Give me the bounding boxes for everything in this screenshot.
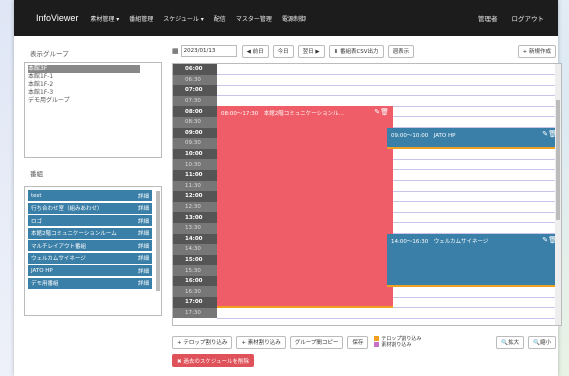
- time-slot: 08:30: [173, 116, 217, 128]
- group-item[interactable]: 本館1F-1: [28, 73, 158, 81]
- time-slot: 07:00: [173, 85, 217, 96]
- time-slot: 07:30: [173, 95, 217, 107]
- detail-link[interactable]: 詳細: [138, 279, 149, 287]
- nav-programs[interactable]: 番組管理: [129, 14, 153, 23]
- time-slot: 06:00: [173, 64, 217, 75]
- nav-delivery[interactable]: 配信: [214, 14, 226, 23]
- time-slot: 13:00: [173, 212, 217, 223]
- program-item[interactable]: ロゴ 詳細: [28, 215, 152, 226]
- group-item[interactable]: 本館1F-2: [28, 81, 158, 89]
- schedule-event[interactable]: 14:00〜16:30 ウェルカムサイネージ ✎🗑: [387, 233, 561, 287]
- legend-swatch: [374, 336, 380, 341]
- bottom-toolbar: + テロップ割り込み + 素材割り込み グループ間コピー 保存 テロップ割り込み…: [172, 334, 556, 350]
- save-button[interactable]: 保存: [347, 335, 369, 349]
- grid-line: [217, 74, 555, 75]
- legend: テロップ割り込み 素材割り込み: [374, 336, 421, 348]
- zoom-in-button[interactable]: 🔍拡大: [496, 335, 525, 349]
- time-slot: 10:30: [173, 159, 217, 170]
- detail-link[interactable]: 詳細: [138, 217, 149, 225]
- time-slot: 12:00: [173, 191, 217, 202]
- schedule-event[interactable]: 08:00〜17:30 本館2階コミュニケーションル… ✎🗑: [217, 106, 393, 308]
- grid-line: [217, 317, 555, 319]
- nav-logout[interactable]: ログアウト: [512, 13, 545, 23]
- grid-line: [217, 95, 555, 97]
- group-item[interactable]: 本館1F-3: [28, 89, 158, 97]
- group-item[interactable]: デモ用グループ: [28, 97, 158, 105]
- time-slot: 11:00: [173, 169, 217, 181]
- zoom-out-button[interactable]: 🔍縮小: [528, 335, 556, 349]
- program-panel-title: 番組: [30, 170, 43, 178]
- group-panel-title: 表示グループ: [30, 50, 69, 58]
- group-copy-button[interactable]: グループ間コピー: [289, 335, 344, 349]
- detail-link[interactable]: 詳細: [138, 204, 149, 212]
- schedule-grid: 06:00 06:30 07:00 07:30 08:00 08:30 09:00 09:30…: [172, 63, 562, 326]
- detail-link[interactable]: 詳細: [138, 267, 149, 275]
- time-slot: 08:00: [173, 106, 217, 117]
- program-item[interactable]: デモ用番組 詳細: [28, 277, 152, 289]
- week-view-button[interactable]: 週表示: [387, 44, 415, 58]
- telop-interrupt-button[interactable]: + テロップ割り込み: [172, 335, 233, 349]
- detail-link[interactable]: 詳細: [138, 254, 149, 262]
- prev-day-button[interactable]: ◀ 前日: [241, 44, 269, 58]
- grid-line: [217, 84, 555, 86]
- time-slot: 06:30: [173, 74, 217, 86]
- material-interrupt-button[interactable]: + 素材割り込み: [236, 335, 286, 349]
- time-slot: 15:30: [173, 265, 217, 276]
- delete-past-button[interactable]: ✖ 過去のスケジュールを削除: [172, 354, 254, 367]
- detail-link[interactable]: 詳細: [138, 242, 149, 250]
- nav-admin[interactable]: 管理者: [478, 13, 498, 23]
- time-slot: 14:00: [173, 233, 217, 245]
- nav-master[interactable]: マスター管理: [236, 14, 272, 23]
- program-scrollbar[interactable]: [156, 191, 160, 291]
- today-button[interactable]: 今日: [272, 44, 294, 58]
- time-slot: 17:30: [173, 307, 217, 319]
- program-list: test 詳細 行ち合わせ室（組みあわせ） 詳細 ロゴ 詳細 本館2階コミュニケーショ…: [24, 186, 162, 316]
- legend-swatch: [374, 342, 380, 347]
- time-slot: 14:30: [173, 244, 217, 255]
- csv-export-button[interactable]: ⬇ 番組表CSV出力: [328, 44, 384, 58]
- nav-power[interactable]: 電源制御: [282, 14, 306, 23]
- program-item[interactable]: JATO HP 詳細: [28, 265, 152, 276]
- schedule-toolbar: ▦ 2023/01/13 ◀ 前日 今日 翌日 ▶ ⬇ 番組表CSV出力 週表示…: [172, 44, 556, 58]
- time-slot: 09:00: [173, 127, 217, 139]
- time-slot: 11:30: [173, 180, 217, 192]
- program-item[interactable]: 行ち合わせ室（組みあわせ） 詳細: [28, 202, 152, 214]
- program-item[interactable]: 本館2階コミュニケーションルーム 詳細: [28, 227, 152, 239]
- next-day-button[interactable]: 翌日 ▶: [297, 44, 325, 58]
- left-sidebar: 表示グループ 本館3F 本館1F-1 本館1F-2 本館1F-3 デモ用グループ…: [24, 44, 162, 330]
- time-slot: 09:30: [173, 138, 217, 149]
- schedule-area[interactable]: 08:00〜17:30 本館2階コミュニケーションル… ✎🗑 09:00〜10:0…: [217, 64, 561, 325]
- time-slot: 16:30: [173, 286, 217, 298]
- schedule-scrollbar[interactable]: [555, 64, 561, 325]
- time-slot: 15:00: [173, 254, 217, 266]
- top-navbar: InfoViewer 素材管理 ▾ 番組管理 スケジュール ▾ 配信 マスター管…: [14, 0, 558, 36]
- time-slot: 12:30: [173, 201, 217, 213]
- time-slot: 10:00: [173, 148, 217, 160]
- time-slot: 16:00: [173, 275, 217, 287]
- group-item[interactable]: 本館3F: [28, 65, 140, 73]
- time-column: 06:00 06:30 07:00 07:30 08:00 08:30 09:00 09:30…: [173, 64, 217, 319]
- program-item[interactable]: マルチレイアウト番組 詳細: [28, 240, 152, 251]
- detail-link[interactable]: 詳細: [138, 192, 149, 200]
- time-slot: 17:00: [173, 297, 217, 308]
- calendar-icon[interactable]: ▦: [172, 47, 179, 55]
- group-list[interactable]: 本館3F 本館1F-1 本館1F-2 本館1F-3 デモ用グループ: [24, 62, 162, 158]
- date-input[interactable]: 2023/01/13: [180, 45, 237, 57]
- nav-schedule[interactable]: スケジュール ▾: [163, 14, 204, 23]
- schedule-event[interactable]: 09:00〜10:00 JATO HP ✎🗑: [387, 127, 561, 149]
- edit-delete-icon[interactable]: ✎🗑: [374, 108, 389, 116]
- brand-logo[interactable]: InfoViewer: [36, 13, 78, 23]
- time-slot: 13:30: [173, 222, 217, 234]
- program-item[interactable]: ウェルカムサイネージ 詳細: [28, 252, 152, 264]
- detail-link[interactable]: 詳細: [138, 229, 149, 237]
- new-schedule-button[interactable]: + 新規作成: [517, 44, 556, 58]
- nav-materials[interactable]: 素材管理 ▾: [90, 14, 119, 23]
- program-item[interactable]: test 詳細: [28, 190, 152, 201]
- app-window: InfoViewer 素材管理 ▾ 番組管理 スケジュール ▾ 配信 マスター管…: [14, 0, 562, 376]
